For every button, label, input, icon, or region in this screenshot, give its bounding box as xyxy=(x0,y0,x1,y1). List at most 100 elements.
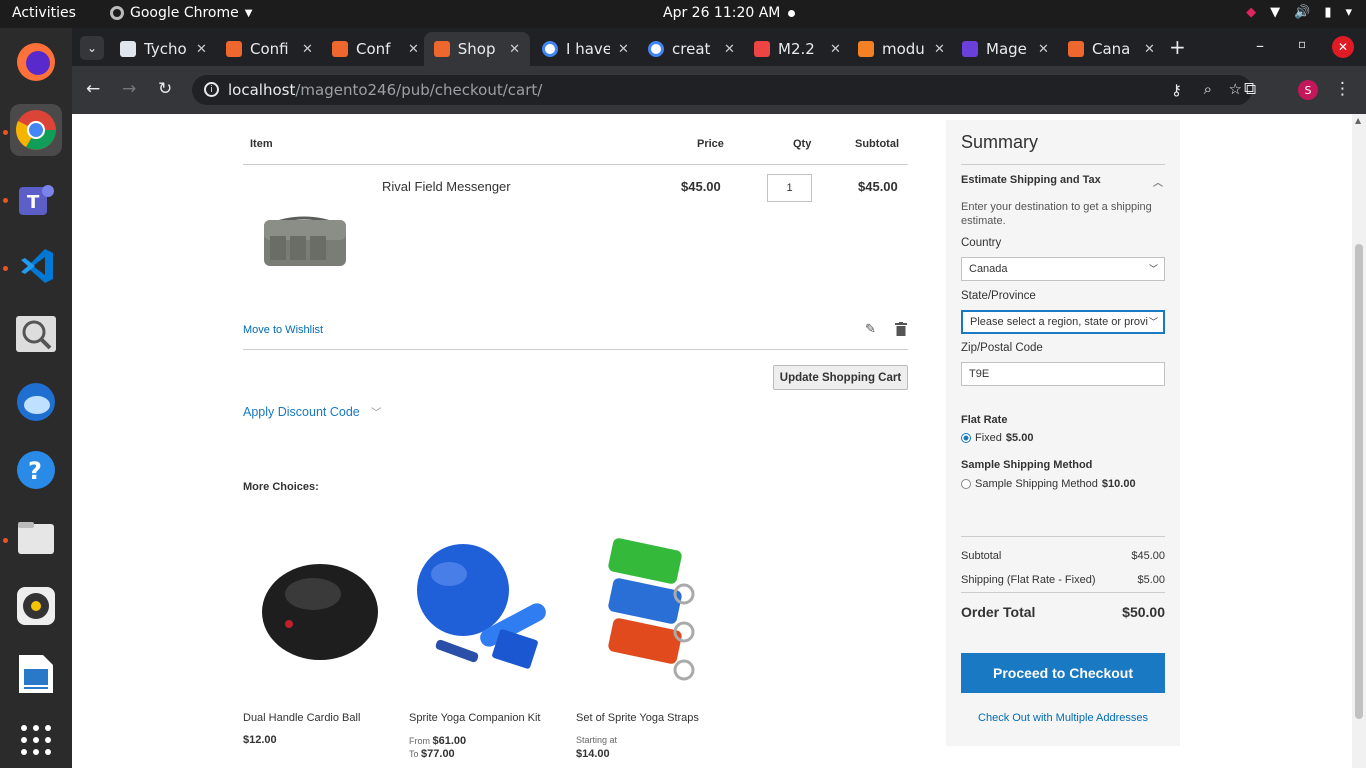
system-tray[interactable]: ◆ ▼ 🔊 ▮ ▾ xyxy=(1246,5,1352,20)
country-label: Country xyxy=(961,237,1002,249)
move-to-wishlist-link[interactable]: Move to Wishlist xyxy=(243,324,323,336)
password-key-icon[interactable]: ⚷ xyxy=(1171,81,1182,99)
thunderbird-icon[interactable] xyxy=(10,376,62,428)
flat-rate-price: $5.00 xyxy=(1005,432,1034,444)
running-indicator xyxy=(3,198,8,203)
country-select[interactable]: Canada ﹀ xyxy=(961,257,1165,281)
item-divider xyxy=(243,349,908,350)
proceed-to-checkout-button[interactable]: Proceed to Checkout xyxy=(961,653,1165,693)
forward-button[interactable]: → xyxy=(122,79,136,99)
close-window-button[interactable]: ✕ xyxy=(1332,36,1354,58)
site-info-icon[interactable]: i xyxy=(204,82,219,97)
estimate-shipping-toggle[interactable]: Estimate Shipping and Tax ︿ xyxy=(961,174,1165,189)
back-button[interactable]: ← xyxy=(86,79,100,99)
running-indicator xyxy=(3,266,8,271)
product-card[interactable]: Sprite Yoga Companion Kit From $61.00 To… xyxy=(409,524,559,764)
minimize-button[interactable]: – xyxy=(1256,36,1264,55)
tab-title: Shop xyxy=(457,40,496,58)
multi-address-checkout-link[interactable]: Check Out with Multiple Addresses xyxy=(961,712,1165,724)
activities-button[interactable]: Activities xyxy=(12,5,76,21)
close-tab-icon[interactable]: ✕ xyxy=(302,42,313,57)
tab-strip: ⌄ Tycho ✕ Confi ✕ Conf ✕ Shop ✕ I have ✕ crea… xyxy=(72,28,1366,66)
vscode-icon[interactable] xyxy=(10,240,62,292)
browser-tab[interactable]: modu ✕ xyxy=(848,32,955,66)
close-tab-icon[interactable]: ✕ xyxy=(408,42,419,57)
profile-avatar[interactable]: S xyxy=(1298,80,1318,100)
header-item: Item xyxy=(250,138,273,150)
app-menu[interactable]: Google Chrome ▼ xyxy=(110,5,252,21)
tab-title: Conf xyxy=(356,40,391,58)
browser-tab[interactable]: Cana ✕ xyxy=(1058,32,1165,66)
tab-title: Confi xyxy=(250,40,289,58)
product-card[interactable]: Dual Handle Cardio Ball $12.00 xyxy=(243,524,393,764)
order-total-divider xyxy=(961,592,1165,593)
page-scrollbar[interactable]: ▲ xyxy=(1352,114,1366,768)
chevron-up-icon: ︿ xyxy=(1153,178,1163,189)
maximize-button[interactable]: ▫ xyxy=(1298,37,1306,51)
state-select[interactable]: Please select a region, state or provinc… xyxy=(961,310,1165,334)
apply-discount-code-toggle[interactable]: Apply Discount Code ﹀ xyxy=(243,404,381,419)
trash-icon[interactable] xyxy=(895,322,907,336)
browser-tab[interactable]: Conf ✕ xyxy=(322,32,429,66)
reload-button[interactable]: ↻ xyxy=(158,79,172,99)
scrollbar-thumb[interactable] xyxy=(1355,244,1363,719)
rhythmbox-icon[interactable] xyxy=(10,580,62,632)
chrome-menu-icon[interactable]: ⋮ xyxy=(1334,79,1351,99)
zip-input[interactable]: T9E xyxy=(961,362,1165,386)
product-card[interactable]: Set of Sprite Yoga Straps Starting at $1… xyxy=(576,524,726,764)
scroll-up-arrow[interactable]: ▲ xyxy=(1355,116,1361,125)
product-name[interactable]: Sprite Yoga Companion Kit xyxy=(409,712,540,724)
browser-tab[interactable]: Tycho ✕ xyxy=(110,32,217,66)
close-tab-icon[interactable]: ✕ xyxy=(1144,42,1155,57)
sample-method-option[interactable]: Sample Shipping Method $10.00 xyxy=(961,478,1136,490)
zip-label: Zip/Postal Code xyxy=(961,342,1043,354)
browser-tab[interactable]: Confi ✕ xyxy=(216,32,323,66)
close-tab-icon[interactable]: ✕ xyxy=(934,42,945,57)
close-tab-icon[interactable]: ✕ xyxy=(830,42,841,57)
product-image-messenger-bag[interactable] xyxy=(256,206,352,272)
bookmark-star-icon[interactable]: ☆ xyxy=(1229,80,1242,98)
qty-value: 1 xyxy=(786,182,793,194)
product-name-link[interactable]: Rival Field Messenger xyxy=(382,179,511,194)
new-tab-button[interactable]: + xyxy=(1169,35,1186,59)
zoom-icon[interactable]: ⌕ xyxy=(1204,80,1212,98)
radio-unselected-icon[interactable] xyxy=(961,479,971,489)
product-name[interactable]: Set of Sprite Yoga Straps xyxy=(576,712,699,724)
close-tab-icon[interactable]: ✕ xyxy=(724,42,735,57)
extensions-icon[interactable]: ⧉ xyxy=(1244,79,1256,99)
qty-input[interactable]: 1 xyxy=(767,174,812,202)
to-price: $77.00 xyxy=(421,748,455,760)
firefox-icon[interactable] xyxy=(10,36,62,88)
browser-tab[interactable]: Mage ✕ xyxy=(952,32,1059,66)
teams-icon[interactable]: T xyxy=(10,174,62,226)
browser-tab-active[interactable]: Shop ✕ xyxy=(424,32,530,66)
order-total-value: $50.00 xyxy=(1122,604,1165,620)
address-bar[interactable]: i localhost/magento246/pub/checkout/cart… xyxy=(192,75,1252,105)
product-name[interactable]: Dual Handle Cardio Ball xyxy=(243,712,360,724)
tab-search-button[interactable]: ⌄ xyxy=(80,36,104,60)
image-viewer-icon[interactable] xyxy=(10,308,62,360)
os-top-bar: Activities Google Chrome ▼ Apr 26 11:20 … xyxy=(0,0,1366,28)
cube-favicon xyxy=(754,41,770,57)
update-shopping-cart-button[interactable]: Update Shopping Cart xyxy=(773,365,908,390)
browser-tab[interactable]: creat ✕ xyxy=(638,32,745,66)
app-menu-label: Google Chrome xyxy=(130,5,239,21)
close-tab-icon[interactable]: ✕ xyxy=(509,42,520,57)
flat-rate-option[interactable]: Fixed $5.00 xyxy=(961,432,1033,444)
writer-icon[interactable] xyxy=(10,648,62,700)
chrome-icon[interactable] xyxy=(10,104,62,156)
edit-pencil-icon[interactable]: ✎ xyxy=(865,321,876,337)
subtotal-value: $45.00 xyxy=(1131,550,1165,562)
help-icon[interactable]: ? xyxy=(10,444,62,496)
radio-selected-icon[interactable] xyxy=(961,433,971,443)
close-tab-icon[interactable]: ✕ xyxy=(1038,42,1049,57)
browser-tab[interactable]: M2.2 ✕ xyxy=(744,32,851,66)
app-grid-icon[interactable] xyxy=(10,714,62,766)
close-tab-icon[interactable]: ✕ xyxy=(196,42,207,57)
close-tab-icon[interactable]: ✕ xyxy=(618,42,629,57)
flat-rate-title: Flat Rate xyxy=(961,414,1008,426)
clock[interactable]: Apr 26 11:20 AM xyxy=(663,5,780,21)
browser-tab[interactable]: I have ✕ xyxy=(532,32,639,66)
files-icon[interactable] xyxy=(10,512,62,564)
app-indicator-icon: ◆ xyxy=(1246,5,1257,20)
